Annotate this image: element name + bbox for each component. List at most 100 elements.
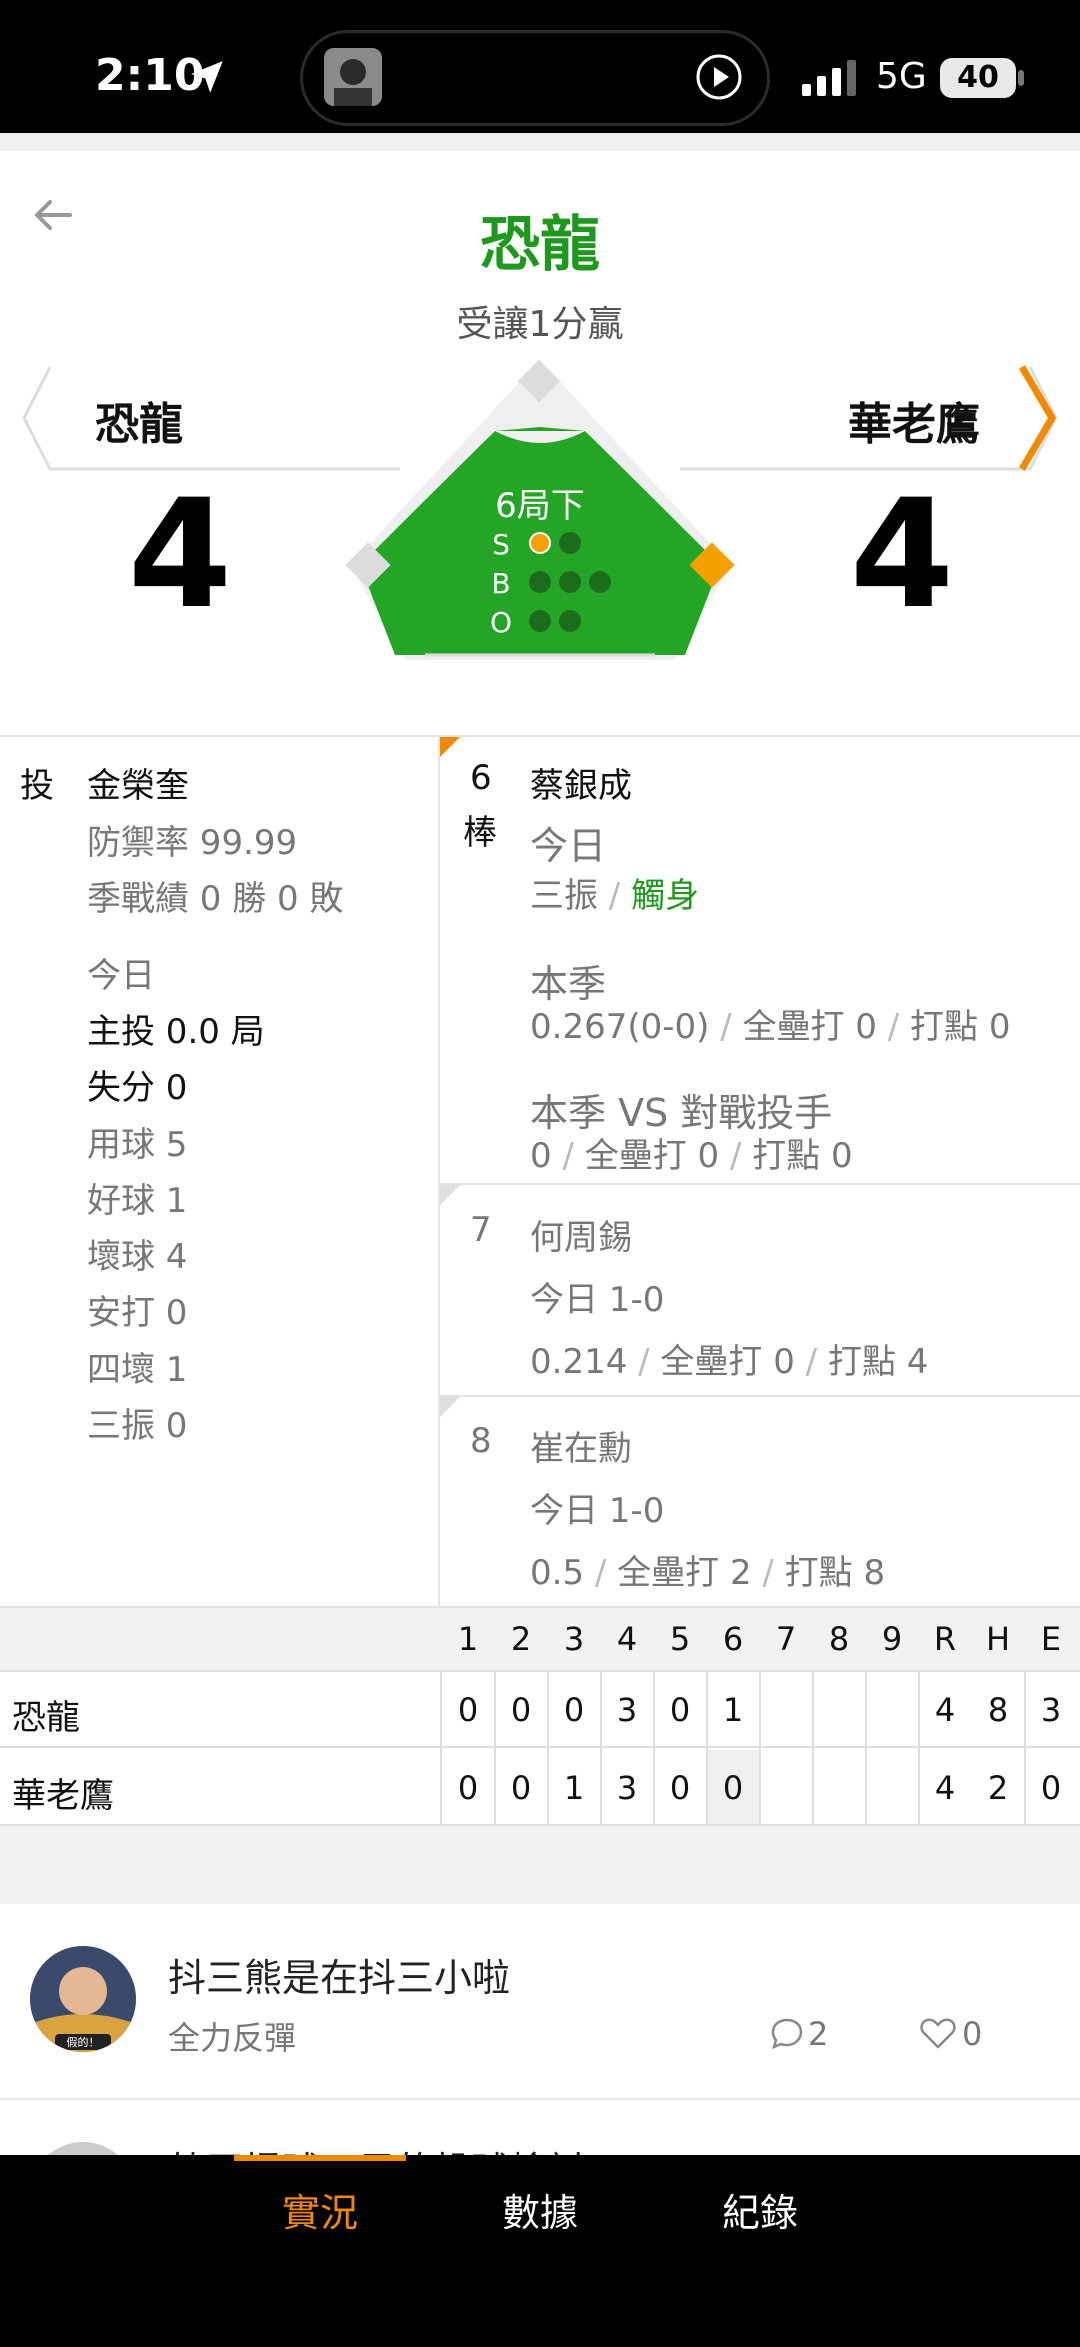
linescore-cell: 8: [987, 1691, 1009, 1729]
tab-stats[interactable]: 數據: [440, 2182, 640, 2237]
pitcher-stat-walks: 四壞 1: [87, 1350, 188, 1390]
home-score: 4: [849, 468, 955, 642]
batter-order: 7: [470, 1210, 492, 1250]
pitcher-stat-runs: 失分 0: [87, 1068, 188, 1108]
inning-header-8: 8: [828, 1620, 850, 1658]
inning-header-9: 9: [881, 1620, 903, 1658]
linescore-cell: 0: [669, 1769, 691, 1807]
batter-season-stats: 0.5 / 全壘打 2 / 打點 8: [530, 1553, 886, 1593]
ball-indicator-1: [529, 571, 551, 593]
batter-today-results: 三振 / 觸身: [530, 876, 700, 916]
ball-indicator-3: [589, 571, 611, 593]
linescore-cell: 3: [1040, 1691, 1062, 1729]
inning-header-3: 3: [563, 1620, 585, 1658]
batter-order: 6: [470, 758, 492, 798]
out-indicator-2: [559, 610, 581, 632]
tab-live[interactable]: 實況: [220, 2182, 420, 2237]
pitcher-stat-strikes: 好球 1: [87, 1181, 188, 1221]
linescore-cell: 1: [563, 1769, 585, 1807]
linescore-cell: 3: [616, 1691, 638, 1729]
batter-today-label: 今日 1-0: [530, 1491, 665, 1531]
pitcher-stat-balls: 壞球 4: [87, 1237, 188, 1277]
batter-vs-stats: 0 / 全壘打 0 / 打點 0: [530, 1136, 853, 1176]
signal-icon: [802, 60, 856, 96]
inning-header-6: 6: [722, 1620, 744, 1658]
page-title: 恐龍: [480, 210, 600, 280]
linescore-cell: 0: [1040, 1769, 1062, 1807]
linescore-divider: [865, 1670, 867, 1826]
batter-corner-marker: [440, 1185, 460, 1205]
avatar[interactable]: 假的！: [30, 1946, 136, 2052]
linescore-cell: 0: [669, 1691, 691, 1729]
comment-username[interactable]: 全力反彈: [168, 2013, 296, 2059]
comment-bubble-icon[interactable]: [770, 2016, 804, 2050]
ball-indicator-2: [559, 571, 581, 593]
batter-season-stats: 0.214 / 全壘打 0 / 打點 4: [530, 1342, 929, 1382]
batter-separator: [440, 1395, 1080, 1397]
linescore-cell: 4: [934, 1691, 956, 1729]
battery-nub: [1018, 70, 1024, 86]
strike-label: S: [492, 528, 510, 561]
page-subtitle: 受讓1分贏: [456, 304, 624, 345]
linescore-cell: 1: [722, 1691, 744, 1729]
top-divider: [0, 133, 1080, 151]
pitcher-stat-innings: 主投 0.0 局: [87, 1012, 265, 1052]
errors-header: E: [1040, 1620, 1062, 1658]
pitcher-name[interactable]: 金榮奎: [87, 758, 189, 807]
strike-indicator-1: [529, 532, 551, 554]
pitcher-role: 投: [20, 766, 54, 806]
batter-name[interactable]: 何周錫: [530, 1210, 632, 1259]
now-playing-thumbnail: [324, 48, 382, 106]
inning-header-7: 7: [775, 1620, 797, 1658]
linescore-cell: 0: [510, 1769, 532, 1807]
comment-title[interactable]: 抖三熊是在抖三小啦: [168, 1947, 510, 2002]
hits-header: H: [985, 1620, 1011, 1658]
battery-icon: 40: [940, 58, 1016, 98]
pitcher-season-record: 季戰績 0 勝 0 敗: [87, 879, 344, 919]
linescore-cell: 3: [616, 1769, 638, 1807]
batter-order-suffix: 棒: [463, 813, 497, 853]
pitcher-today-label: 今日: [87, 956, 155, 996]
out-indicator-1: [529, 610, 551, 632]
inning-header-1: 1: [457, 1620, 479, 1658]
out-label: O: [489, 606, 513, 639]
current-batter-marker: [440, 737, 460, 757]
away-score: 4: [127, 468, 233, 642]
location-arrow-icon: [191, 61, 223, 93]
comment-count: 2: [808, 2015, 829, 2053]
heart-icon[interactable]: [920, 2016, 956, 2050]
linescore-team-home: 華老鷹: [12, 1776, 114, 1816]
linescore-cell: 0: [457, 1769, 479, 1807]
play-icon[interactable]: [694, 52, 744, 102]
tab-records[interactable]: 紀錄: [660, 2182, 860, 2237]
pitcher-stat-strikeouts: 三振 0: [87, 1406, 188, 1446]
linescore-divider: [812, 1670, 814, 1826]
active-tab-indicator: [234, 2155, 406, 2161]
pitcher-stat-pitches: 用球 5: [87, 1125, 188, 1165]
home-team-name: 華老鷹: [848, 399, 980, 450]
comment-divider: [0, 2098, 1080, 2100]
batter-today-label: 今日: [530, 824, 607, 868]
linescore-team-away: 恐龍: [12, 1698, 80, 1738]
linescore-cell: 4: [934, 1769, 956, 1807]
linescore-cell: 0: [457, 1691, 479, 1729]
avatar-caption: 假的！: [67, 2035, 100, 2049]
inning-label: 6局下: [495, 486, 585, 526]
inning-header-4: 4: [616, 1620, 638, 1658]
linescore-cell: 0: [563, 1691, 585, 1729]
pitcher-era: 防禦率 99.99: [87, 823, 298, 863]
inning-header-5: 5: [669, 1620, 691, 1658]
pitcher-stat-hits: 安打 0: [87, 1293, 188, 1333]
panel-divider: [438, 735, 440, 1608]
runs-header: R: [933, 1620, 957, 1658]
linescore-divider: [759, 1670, 761, 1826]
batter-corner-marker: [440, 1397, 460, 1417]
batter-today-label: 今日 1-0: [530, 1280, 665, 1320]
batter-season-stats: 0.267(0-0) / 全壘打 0 / 打點 0: [530, 1007, 1011, 1047]
strike-indicator-2: [559, 532, 581, 554]
batter-name[interactable]: 崔在勳: [530, 1421, 632, 1470]
network-label: 5G: [876, 56, 927, 97]
linescore-cell: 0: [722, 1769, 744, 1807]
linescore-cell: 0: [510, 1691, 532, 1729]
batter-name[interactable]: 蔡銀成: [530, 758, 632, 807]
